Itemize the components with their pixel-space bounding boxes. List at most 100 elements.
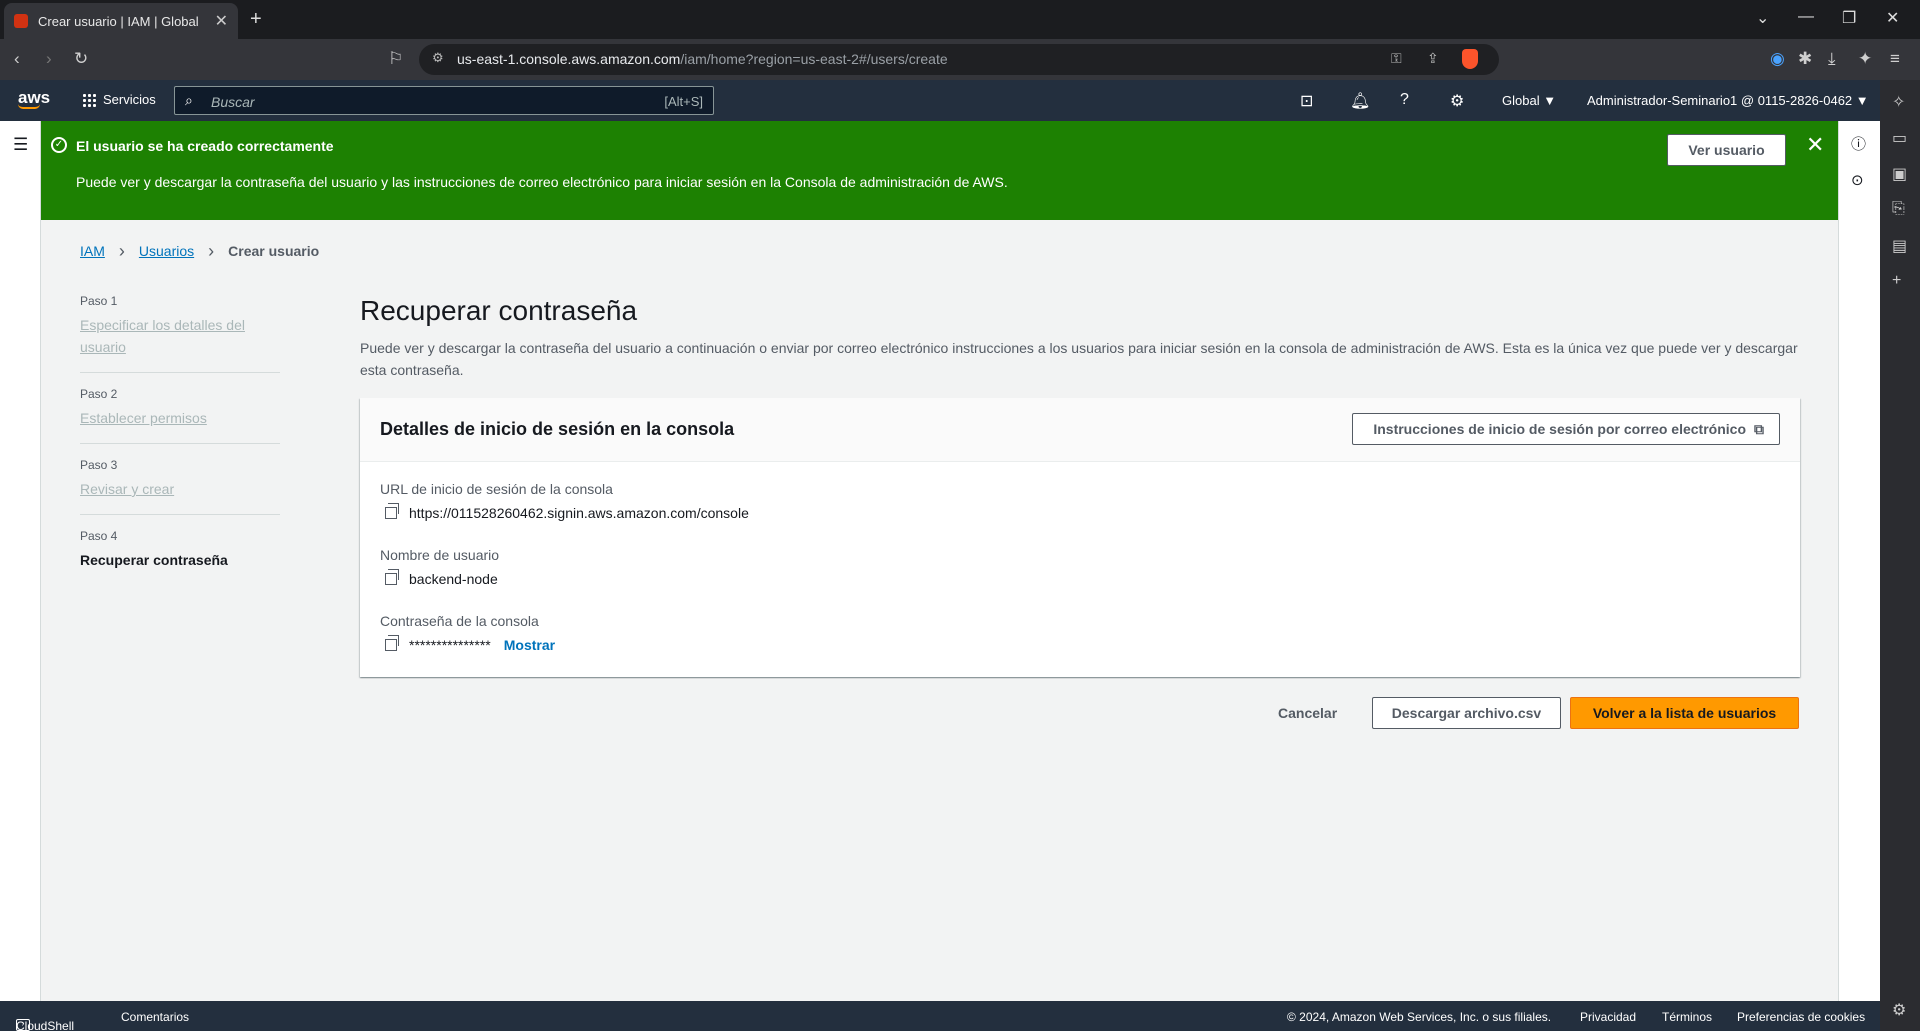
copy-icon[interactable] [385, 503, 399, 519]
aws-logo-text: aws [18, 88, 51, 107]
step-number: Paso 3 [80, 458, 118, 472]
browser-side-panel: ✧ ▭ ▣ ⎘ ▤ + ⚙ [1880, 80, 1920, 1031]
new-tab-icon[interactable]: + [250, 8, 262, 31]
wallet-icon[interactable]: ▣ [1892, 164, 1907, 184]
show-password-link[interactable]: Mostrar [504, 637, 555, 653]
privacy-link[interactable]: Privacidad [1580, 1010, 1636, 1024]
breadcrumb: IAM › Usuarios › Crear usuario [80, 241, 320, 261]
account-menu[interactable]: Administrador-Seminario1 @ 0115-2826-046… [1587, 93, 1869, 108]
reload-icon[interactable]: ↻ [74, 49, 88, 69]
services-label: Servicios [103, 92, 156, 107]
download-csv-button[interactable]: Descargar archivo.csv [1372, 697, 1561, 729]
dismiss-flash-icon[interactable]: ✕ [1806, 132, 1824, 158]
download-icon[interactable]: ⤓ [1828, 49, 1836, 69]
email-instructions-button[interactable]: Instrucciones de inicio de sesión por co… [1352, 413, 1780, 445]
leo-ai-icon[interactable]: ✦ [1858, 49, 1872, 69]
minimize-icon[interactable]: — [1798, 8, 1814, 26]
hamburger-menu-icon[interactable]: ☰ [13, 135, 28, 155]
add-panel-icon[interactable]: + [1892, 272, 1901, 290]
breadcrumb-current: Crear usuario [228, 243, 320, 259]
step-number: Paso 1 [80, 294, 118, 308]
wizard-step: Paso 3 Revisar y crear [80, 458, 280, 515]
back-to-users-button[interactable]: Volver a la lista de usuarios [1570, 697, 1799, 729]
extension-icon[interactable]: ◉ [1770, 49, 1785, 69]
aws-logo[interactable]: aws [18, 88, 50, 109]
copy-icon[interactable] [385, 569, 399, 585]
step-current-retrieve-password: Recuperar contraseña [80, 552, 228, 568]
step-link-details[interactable]: Especificar los detalles del usuario [80, 314, 280, 358]
brave-shield-icon[interactable] [1462, 49, 1478, 69]
breadcrumb-users[interactable]: Usuarios [139, 243, 194, 259]
external-link-icon: ⧉ [1754, 421, 1764, 437]
password-value: *************** [409, 637, 491, 653]
cookie-preferences-link[interactable]: Preferencias de cookies [1737, 1010, 1865, 1024]
page-title: Recuperar contraseña [360, 295, 638, 326]
services-grid-icon [82, 92, 96, 107]
tab-search-icon[interactable]: ⌄ [1756, 8, 1769, 28]
url-path: /iam/home?region=us-east-2#/users/create [680, 51, 948, 67]
success-check-icon: ✓ [51, 137, 67, 153]
username-field: Nombre de usuario backend-node [380, 547, 499, 587]
search-icon: ⌕ [185, 92, 193, 108]
password-key-icon[interactable]: ⚿ [1391, 50, 1402, 67]
console-signin-details-card: Detalles de inicio de sesión en la conso… [360, 398, 1800, 677]
search-input[interactable]: ⌕ Buscar [Alt+S] [174, 86, 714, 115]
right-tools-rail: ⓘ ⊙ [1838, 121, 1880, 1001]
main-content: Recuperar contraseña Puede ver y descarg… [360, 295, 1800, 381]
services-menu[interactable]: Servicios [82, 92, 156, 107]
step-link-permissions[interactable]: Establecer permisos [80, 407, 280, 429]
ai-assistant-icon[interactable]: ✧ [1892, 92, 1905, 112]
url-value: https://011528260462.signin.aws.amazon.c… [409, 505, 749, 521]
url-text[interactable]: us-east-1.console.aws.amazon.com/iam/hom… [457, 51, 948, 67]
copy-icon[interactable] [385, 635, 399, 651]
region-selector[interactable]: Global ▼ [1502, 93, 1556, 108]
menu-icon[interactable]: ≡ [1890, 49, 1900, 69]
forward-icon[interactable]: › [46, 49, 52, 69]
card-header: Detalles de inicio de sesión en la conso… [360, 398, 1800, 462]
aws-top-nav: aws Servicios ⌕ Buscar [Alt+S] ⊡ 🔔︎ ? ⚙ … [0, 80, 1880, 121]
cloudshell-label: CloudShell [16, 1019, 75, 1031]
tab-title: Crear usuario | IAM | Global [38, 13, 199, 29]
wizard-step: Paso 2 Establecer permisos [80, 387, 280, 444]
settings-icon[interactable]: ⚙ [1450, 91, 1464, 111]
breadcrumb-iam[interactable]: IAM [80, 243, 105, 259]
terms-link[interactable]: Términos [1662, 1010, 1712, 1024]
step-number: Paso 2 [80, 387, 118, 401]
maximize-icon[interactable]: ❐ [1842, 8, 1856, 28]
username-value: backend-node [409, 571, 498, 587]
step-number: Paso 4 [80, 529, 118, 543]
sidebar-settings-icon[interactable]: ⚙ [1892, 1000, 1906, 1020]
address-bar[interactable]: ⚙ us-east-1.console.aws.amazon.com/iam/h… [419, 44, 1499, 75]
bookmarks-icon[interactable]: ⎘ [1892, 200, 1905, 218]
email-instructions-label: Instrucciones de inicio de sesión por co… [1373, 421, 1746, 437]
step-link-review[interactable]: Revisar y crear [80, 478, 280, 500]
wizard-steps: Paso 1 Especificar los detalles del usua… [80, 294, 280, 599]
flash-description: Puede ver y descargar la contraseña del … [76, 174, 1008, 190]
extensions-icon[interactable]: ✱ [1798, 49, 1812, 69]
feedback-link[interactable]: Comentarios [121, 1010, 189, 1024]
browser-tab[interactable]: Crear usuario | IAM | Global ✕ [4, 3, 238, 39]
info-icon[interactable]: ⓘ [1851, 133, 1866, 154]
help-icon[interactable]: ? [1400, 91, 1409, 109]
cancel-button[interactable]: Cancelar [1278, 705, 1337, 721]
close-window-icon[interactable]: ✕ [1886, 8, 1899, 28]
browser-toolbar: ‹ › ↻ ⚐ ⚙ us-east-1.console.aws.amazon.c… [0, 39, 1920, 80]
close-tab-icon[interactable]: ✕ [215, 11, 228, 31]
bookmark-icon[interactable]: ⚐ [388, 49, 403, 69]
history-icon[interactable]: ▤ [1892, 236, 1907, 256]
card-title: Detalles de inicio de sesión en la conso… [380, 419, 735, 439]
copyright-text: © 2024, Amazon Web Services, Inc. o sus … [1287, 1010, 1552, 1024]
share-icon[interactable]: ⇪ [1427, 50, 1439, 67]
view-user-button[interactable]: Ver usuario [1667, 134, 1786, 166]
chevron-right-icon: › [118, 241, 125, 261]
cloudshell-icon[interactable]: ⊡ [1300, 91, 1313, 111]
aws-favicon-icon [14, 14, 28, 28]
site-settings-icon[interactable]: ⚙ [432, 50, 444, 66]
back-icon[interactable]: ‹ [14, 49, 20, 69]
chevron-right-icon: › [208, 241, 215, 261]
wizard-step: Paso 1 Especificar los detalles del usua… [80, 294, 280, 373]
password-label: Contraseña de la consola [380, 613, 539, 629]
notifications-icon[interactable]: 🔔︎ [1350, 91, 1370, 111]
feedback-icon[interactable]: ⊙ [1851, 171, 1864, 189]
reading-list-icon[interactable]: ▭ [1892, 128, 1907, 148]
